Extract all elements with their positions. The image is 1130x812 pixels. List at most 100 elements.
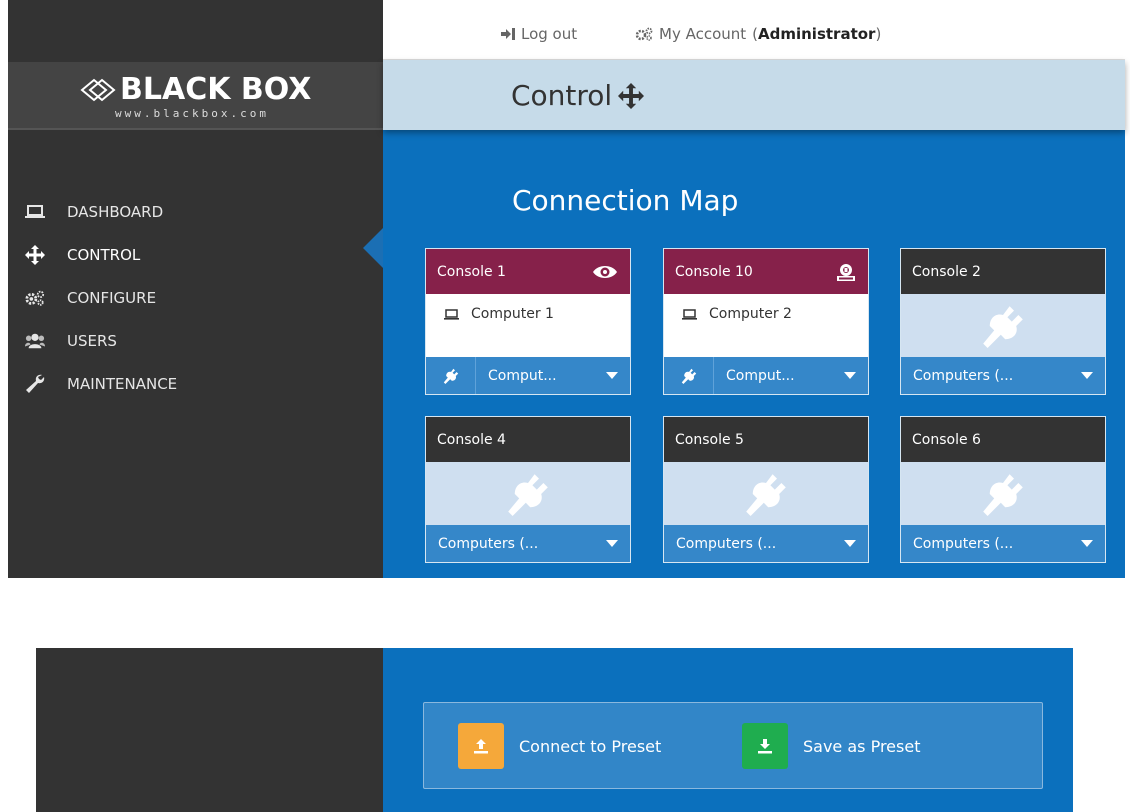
connect-to-preset-label: Connect to Preset: [519, 736, 662, 756]
console-body: Computer 1: [426, 294, 630, 357]
computer-select[interactable]: Computers (...: [901, 357, 1105, 394]
connected-computer[interactable]: Computer 2: [682, 306, 792, 322]
sidebar-item-label: DASHBOARD: [67, 202, 164, 221]
select-value: Computers (...: [438, 535, 539, 552]
plug-icon: [983, 305, 1023, 348]
gears-icon: [25, 289, 45, 307]
sidebar-item-control[interactable]: CONTROL: [8, 233, 383, 276]
upload-icon: [458, 723, 504, 769]
console-name: Console 10: [675, 263, 753, 280]
select-value: Computers (...: [913, 367, 1014, 384]
main-panel: Connection Map Console 1 Computer 1 Comp…: [383, 130, 1125, 578]
console-body-empty: [901, 462, 1105, 525]
computer-select[interactable]: Computers (...: [664, 525, 868, 562]
logout-link[interactable]: Log out: [501, 25, 577, 43]
select-value: Comput...: [726, 367, 795, 384]
gears-icon: [635, 27, 653, 41]
wrench-icon: [25, 374, 45, 393]
disconnect-button[interactable]: [426, 357, 476, 394]
top-bar: Log out My Account (Administrator): [383, 0, 1125, 60]
connect-to-preset-button[interactable]: Connect to Preset: [458, 723, 661, 769]
black-box-diamond-icon: [80, 78, 116, 101]
connected-computer[interactable]: Computer 1: [444, 306, 554, 322]
logo-band: BLACK BOX www.blackbox.com: [8, 62, 383, 130]
computer-select[interactable]: Computers (...: [901, 525, 1105, 562]
caret-down-icon: [606, 372, 618, 379]
main-panel: Connect to Preset Save as Preset: [383, 648, 1073, 812]
sidebar-item-label: CONFIGURE: [67, 288, 157, 307]
console-name: Console 5: [675, 431, 744, 448]
console-footer: Computers (...: [426, 525, 630, 562]
console-card: Console 2 Computers (...: [900, 248, 1106, 395]
console-footer: Comput...: [664, 357, 868, 394]
plug-icon: [746, 473, 786, 516]
console-footer: Computers (...: [901, 357, 1105, 394]
console-header[interactable]: Console 2: [901, 249, 1105, 294]
plug-icon: [443, 368, 458, 384]
save-as-preset-label: Save as Preset: [803, 736, 921, 756]
laptop-icon: [25, 203, 45, 221]
logout-label: Log out: [521, 25, 578, 43]
sidebar-item-label: USERS: [67, 331, 117, 350]
download-icon: [742, 723, 788, 769]
active-nav-pointer: [363, 228, 383, 268]
caret-down-icon: [606, 540, 618, 547]
computer-name: Computer 2: [709, 306, 792, 322]
console-card: Console 5 Computers (...: [663, 416, 869, 563]
move-arrows-icon: [25, 244, 45, 265]
select-value: Comput...: [488, 367, 557, 384]
console-footer: Computers (...: [664, 525, 868, 562]
computer-name: Computer 1: [471, 306, 554, 322]
console-header[interactable]: Console 10: [664, 249, 868, 294]
console-header[interactable]: Console 1: [426, 249, 630, 294]
account-role: Administrator: [758, 25, 876, 43]
sidebar-item-users[interactable]: USERS: [8, 319, 383, 362]
eye-icon[interactable]: [592, 264, 618, 280]
account-label: My Account: [659, 25, 747, 43]
logout-icon: [501, 28, 515, 40]
account-role-wrap: (Administrator): [752, 25, 882, 43]
console-card: Console 10 Computer 2 Comput...: [663, 248, 869, 395]
sidebar-item-label: MAINTENANCE: [67, 374, 178, 393]
brand-logo[interactable]: BLACK BOX: [80, 72, 311, 107]
sidebar-item-dashboard[interactable]: DASHBOARD: [8, 190, 383, 233]
console-header[interactable]: Console 6: [901, 417, 1105, 462]
select-value: Computers (...: [913, 535, 1014, 552]
sidebar-item-label: CONTROL: [67, 245, 141, 264]
plug-icon: [508, 473, 548, 516]
console-header[interactable]: Console 5: [664, 417, 868, 462]
sidebar-item-configure[interactable]: CONFIGURE: [8, 276, 383, 319]
page-title-text: Control: [511, 79, 613, 112]
users-icon: [25, 332, 45, 350]
laptop-icon: [682, 308, 697, 320]
sidebar-item-maintenance[interactable]: MAINTENANCE: [8, 362, 383, 405]
computer-select[interactable]: Computers (...: [426, 525, 630, 562]
console-body-empty: [664, 462, 868, 525]
console-card: Console 1 Computer 1 Comput...: [425, 248, 631, 395]
console-card: Console 4 Computers (...: [425, 416, 631, 563]
private-lock-icon[interactable]: [836, 263, 856, 281]
brand-name: BLACK BOX: [120, 72, 312, 107]
console-card: Console 6 Computers (...: [900, 416, 1106, 563]
console-body: Computer 2: [664, 294, 868, 357]
connection-map-title: Connection Map: [512, 184, 739, 217]
page-title-bar: Control: [383, 60, 1125, 130]
computer-select[interactable]: Comput...: [714, 357, 868, 394]
brand-url: www.blackbox.com: [115, 107, 269, 120]
save-as-preset-button[interactable]: Save as Preset: [742, 723, 920, 769]
console-footer: Comput...: [426, 357, 630, 394]
move-arrows-icon: [618, 82, 645, 109]
console-name: Console 4: [437, 431, 506, 448]
caret-down-icon: [1081, 372, 1093, 379]
console-body-empty: [901, 294, 1105, 357]
laptop-icon: [444, 308, 459, 320]
disconnect-button[interactable]: [664, 357, 714, 394]
computer-select[interactable]: Comput...: [476, 357, 630, 394]
plug-icon: [681, 368, 696, 384]
preset-panel: Connect to Preset Save as Preset: [423, 702, 1043, 789]
console-body-empty: [426, 462, 630, 525]
my-account-link[interactable]: My Account (Administrator): [635, 25, 881, 43]
console-header[interactable]: Console 4: [426, 417, 630, 462]
caret-down-icon: [844, 540, 856, 547]
plug-icon: [983, 473, 1023, 516]
